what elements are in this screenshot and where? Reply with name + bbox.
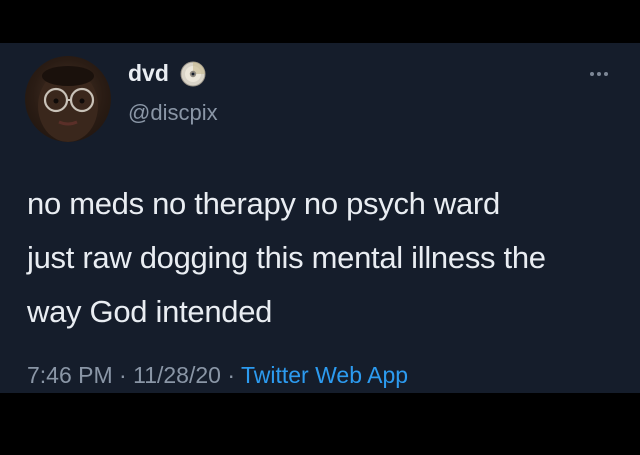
avatar-image bbox=[38, 66, 98, 142]
handle[interactable]: @discpix bbox=[128, 99, 218, 127]
disc-icon bbox=[180, 61, 206, 87]
tweet-text-line: just raw dogging this mental illness the bbox=[27, 240, 546, 275]
dot bbox=[597, 72, 601, 76]
dot bbox=[590, 72, 594, 76]
tweet-meta: 7:46 PM · 11/28/20 · Twitter Web App bbox=[27, 361, 408, 389]
avatar[interactable] bbox=[25, 56, 111, 142]
tweet-text-line: no meds no therapy no psych ward bbox=[27, 186, 500, 221]
dot bbox=[604, 72, 608, 76]
meta-separator: · bbox=[227, 362, 235, 388]
tweet-text: no meds no therapy no psych ward just ra… bbox=[27, 177, 627, 339]
more-options-icon[interactable] bbox=[590, 69, 614, 79]
meta-separator: · bbox=[119, 362, 127, 388]
display-name[interactable]: dvd bbox=[128, 59, 169, 87]
tweet-date[interactable]: 11/28/20 bbox=[133, 362, 221, 388]
tweet-time[interactable]: 7:46 PM bbox=[27, 362, 113, 388]
source-app-link[interactable]: Twitter Web App bbox=[241, 362, 408, 388]
tweet-text-line: way God intended bbox=[27, 294, 273, 329]
tweet-card: dvd @discpix no meds no therapy no psych… bbox=[0, 43, 640, 393]
